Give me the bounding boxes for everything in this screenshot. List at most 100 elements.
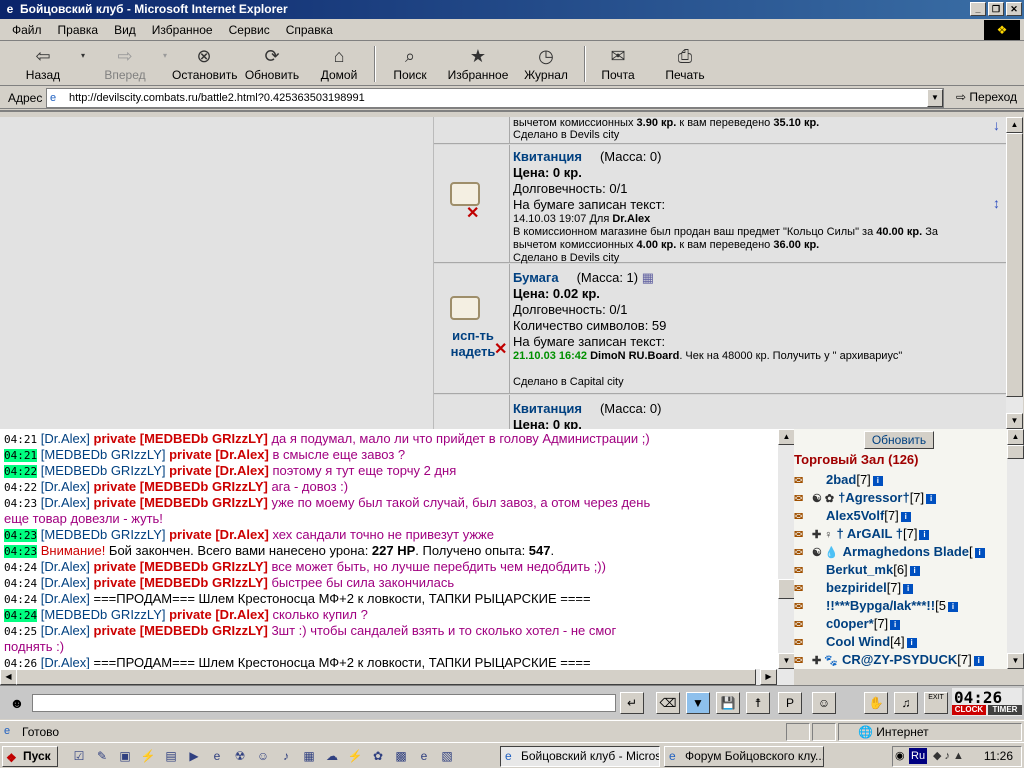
private-message-icon[interactable]: ✉	[794, 546, 812, 559]
private-message-icon[interactable]: ✉	[794, 582, 812, 595]
quicklaunch-icon[interactable]: ⚡	[346, 748, 364, 764]
quicklaunch-icon[interactable]: ♪	[277, 748, 295, 764]
quicklaunch-icon[interactable]: ▶	[185, 748, 203, 764]
scroll-thumb[interactable]	[1007, 445, 1024, 459]
minimize-button[interactable]: _	[970, 2, 986, 16]
user-row[interactable]: ✉ c0oper*[7] i	[794, 616, 1008, 634]
quicklaunch-icon[interactable]: ☁	[323, 748, 341, 764]
quicklaunch-icon[interactable]: ⚡	[139, 748, 157, 764]
refresh-button[interactable]: ⟳ Обновить	[244, 44, 300, 84]
timer-tab[interactable]: TIMER	[988, 705, 1022, 715]
quicklaunch-icon[interactable]: ☺	[254, 748, 272, 764]
quicklaunch-icon[interactable]: ☢	[231, 748, 249, 764]
info-icon[interactable]: i	[973, 655, 984, 666]
private-message-icon[interactable]: ✉	[794, 474, 812, 487]
chat-private-target[interactable]: private [MEDBEDb GRIzzLY]	[94, 495, 268, 510]
start-button[interactable]: ❖ Пуск	[2, 746, 58, 767]
chat-scrollbar[interactable]: ▲ ▼	[778, 429, 795, 669]
menu-edit[interactable]: Правка	[58, 23, 99, 37]
stop-button[interactable]: ⊗ Остановить	[172, 44, 238, 84]
user-name[interactable]: Alex5Volf	[826, 508, 884, 523]
user-row[interactable]: ✉ ✚ ♀ † ArGAIL †[7] i	[794, 526, 1008, 544]
info-icon[interactable]: i	[872, 475, 883, 486]
info-icon[interactable]: i	[900, 511, 911, 522]
scroll-left-icon[interactable]: ◀	[0, 669, 17, 685]
menu-favorites[interactable]: Избранное	[152, 23, 213, 37]
chat-time[interactable]: 04:26	[4, 657, 37, 669]
quicklaunch-icon[interactable]: ☑	[70, 748, 88, 764]
back-button[interactable]: ⇦ Назад	[18, 44, 68, 84]
quicklaunch-icon[interactable]: ✿	[369, 748, 387, 764]
chat-time[interactable]: 04:24	[4, 577, 37, 590]
user-name[interactable]: Berkut_mk	[826, 562, 893, 577]
user-name[interactable]: !!***Bypga/Iak***!!	[826, 598, 935, 613]
chat-sender[interactable]: [Dr.Alex]	[41, 495, 90, 510]
chat-private-target[interactable]: private [MEDBEDb GRIzzLY]	[94, 623, 268, 638]
info-icon[interactable]: i	[974, 547, 985, 558]
window-title-bar[interactable]: e Бойцовский клуб - Microsoft Internet E…	[0, 0, 1024, 19]
language-indicator[interactable]: Ru	[909, 748, 928, 764]
quicklaunch-icon[interactable]: ▤	[162, 748, 180, 764]
guitar-button[interactable]: ♫	[894, 692, 918, 714]
user-row[interactable]: ✉ Berkut_mk[6] i	[794, 562, 1008, 580]
chat-horizontal-scrollbar[interactable]: ◀ ▶	[0, 669, 794, 685]
tray-icon[interactable]: ◉	[895, 749, 905, 762]
filter-button[interactable]: ▼	[686, 692, 710, 714]
chat-time[interactable]: 04:21	[4, 449, 38, 462]
chat-time[interactable]: 04:25	[4, 625, 37, 638]
user-row[interactable]: ✉ Cool Wind[4] i	[794, 634, 1008, 652]
maximize-button[interactable]: ❐	[988, 2, 1004, 16]
chat-time[interactable]: 04:22	[4, 465, 38, 478]
task-forum[interactable]: e Форум Бойцовского клу...	[664, 746, 824, 767]
favorites-button[interactable]: ★ Избранное	[446, 44, 510, 84]
inventory-scrollbar[interactable]: ▲ ▼	[1006, 117, 1023, 429]
wear-item-link[interactable]: надеть	[451, 344, 496, 359]
menu-help[interactable]: Справка	[286, 23, 333, 37]
item-name[interactable]: Квитанция	[513, 401, 582, 416]
smiley-face-icon[interactable]: ☻	[6, 693, 28, 713]
menu-file[interactable]: Файл	[12, 23, 42, 37]
user-name[interactable]: †Agressor†	[838, 490, 910, 505]
clock-tab[interactable]: CLOCK	[952, 705, 986, 715]
task-fightclub[interactable]: e Бойцовский клуб - Micros...	[500, 746, 660, 767]
item-name[interactable]: Бумага	[513, 270, 559, 285]
chat-sender[interactable]: [Dr.Alex]	[41, 591, 90, 606]
user-name[interactable]: Cool Wind	[826, 634, 890, 649]
user-name[interactable]: bezpiridel	[826, 580, 887, 595]
quicklaunch-icon[interactable]: ▩	[392, 748, 410, 764]
quicklaunch-icon[interactable]: ▣	[116, 748, 134, 764]
private-message-icon[interactable]: ✉	[794, 492, 812, 505]
print-button[interactable]: ⎙ Печать	[664, 44, 706, 84]
user-name[interactable]: c0oper*	[826, 616, 874, 631]
chat-private-target[interactable]: private [MEDBEDb GRIzzLY]	[94, 575, 268, 590]
chat-time[interactable]: 04:23	[4, 497, 37, 510]
info-icon[interactable]: i	[903, 583, 914, 594]
eraser-button[interactable]: ⌫	[656, 692, 680, 714]
chat-sender[interactable]: [Dr.Alex]	[41, 623, 90, 638]
users-refresh-button[interactable]: Обновить	[864, 431, 934, 449]
users-scrollbar[interactable]: ▲ ▼	[1007, 429, 1024, 669]
user-name[interactable]: 2bad	[826, 472, 856, 487]
smiles-button[interactable]: ☺	[812, 692, 836, 714]
info-icon[interactable]: i	[906, 637, 917, 648]
fighter-button[interactable]: ☨	[746, 692, 770, 714]
chat-private-target[interactable]: private [Dr.Alex]	[169, 527, 269, 542]
info-icon[interactable]: i	[947, 601, 958, 612]
delete-x-icon[interactable]: ✕	[466, 203, 479, 223]
chat-time[interactable]: 04:24	[4, 593, 37, 606]
menu-tools[interactable]: Сервис	[229, 23, 270, 37]
address-dropdown-icon[interactable]: ▼	[927, 89, 943, 107]
user-name[interactable]: Armaghedons Blade	[843, 544, 969, 559]
user-name[interactable]: † ArGAIL †	[837, 526, 903, 541]
private-message-icon[interactable]: ✉	[794, 564, 812, 577]
user-row[interactable]: ✉ Alex5Volf[7] i	[794, 508, 1008, 526]
private-message-icon[interactable]: ✉	[794, 636, 812, 649]
quicklaunch-icon[interactable]: ▦	[300, 748, 318, 764]
scroll-up-icon[interactable]: ▲	[1006, 117, 1023, 133]
chat-private-target[interactable]: private [Dr.Alex]	[169, 447, 269, 462]
private-message-icon[interactable]: ✉	[794, 510, 812, 523]
chat-time[interactable]: 04:21	[4, 433, 37, 446]
chat-sender[interactable]: [Dr.Alex]	[41, 655, 90, 669]
private-message-icon[interactable]: ✉	[794, 600, 812, 613]
scroll-up-icon[interactable]: ▲	[778, 429, 795, 445]
